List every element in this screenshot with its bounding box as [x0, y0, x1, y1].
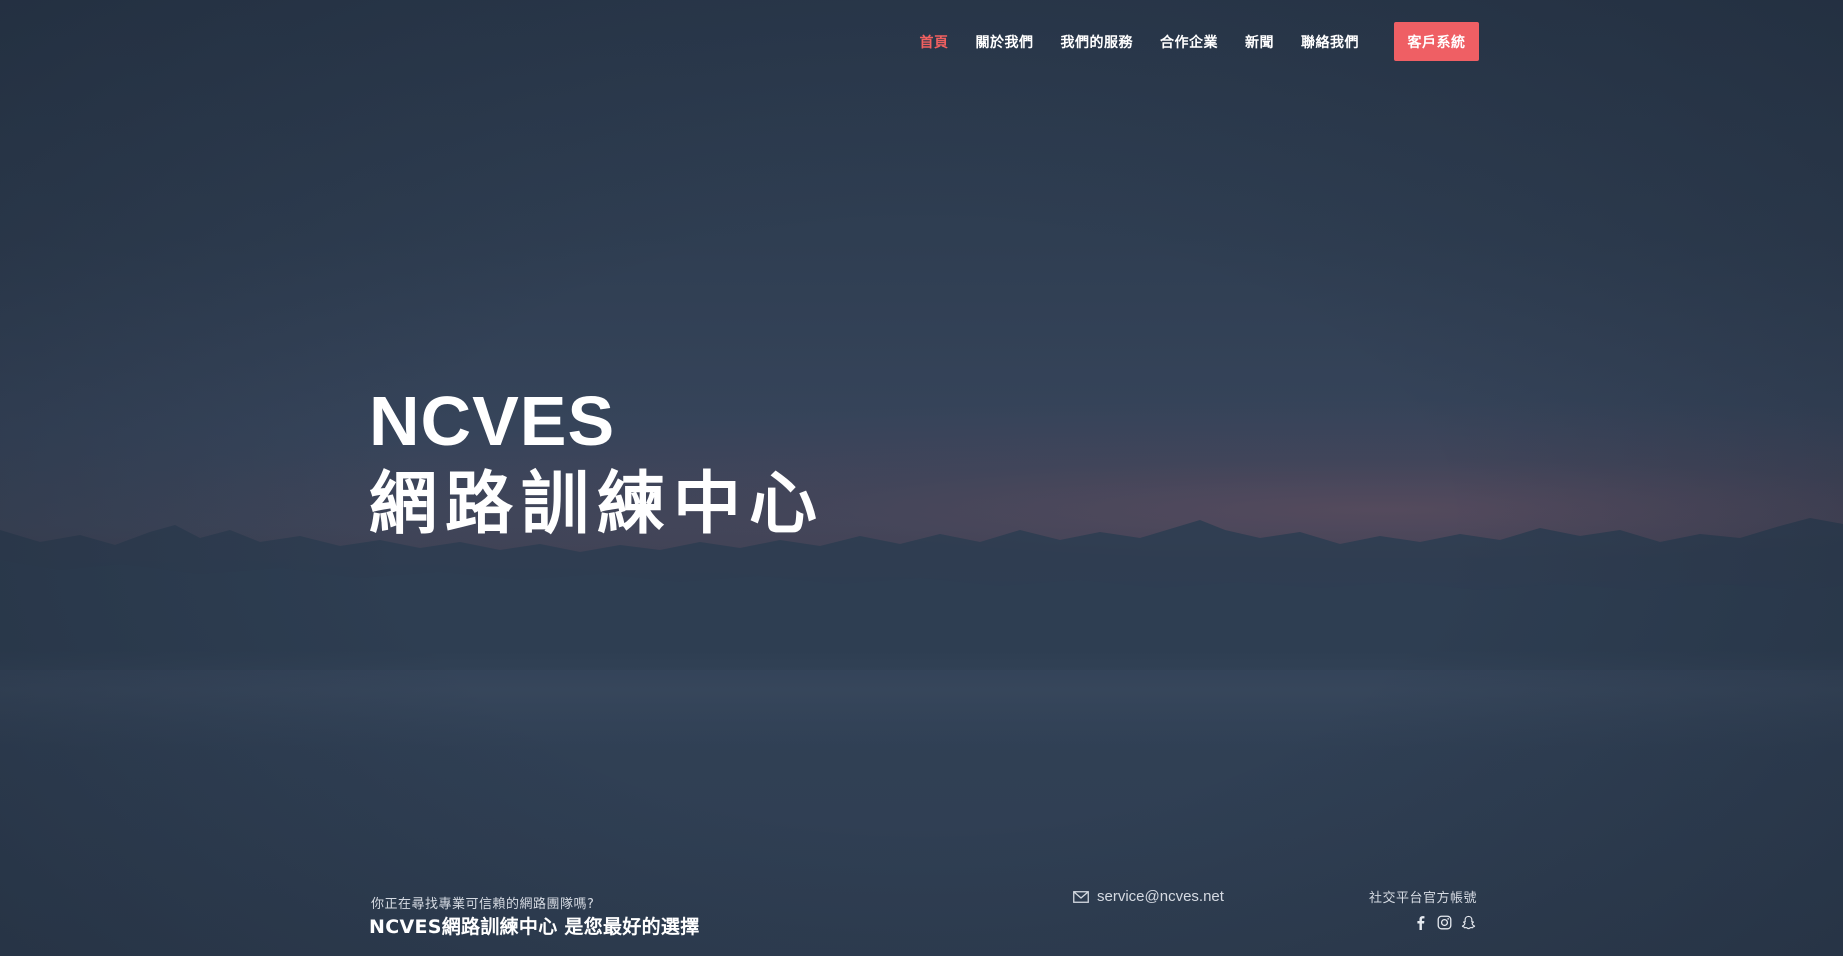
- main-navigation: 首頁 關於我們 我們的服務 合作企業 新聞 聯絡我們 客戶系統: [0, 22, 1843, 62]
- snapchat-icon[interactable]: [1460, 914, 1476, 930]
- email-link[interactable]: service@ncves.net: [1073, 888, 1224, 905]
- nav-item-contact[interactable]: 聯絡我們: [1301, 32, 1359, 52]
- client-system-button[interactable]: 客戶系統: [1394, 22, 1479, 61]
- hero-title-brand: NCVES: [369, 382, 616, 460]
- nav-item-about[interactable]: 關於我們: [976, 32, 1034, 52]
- instagram-icon[interactable]: [1436, 914, 1452, 930]
- envelope-icon: [1073, 890, 1089, 903]
- nav-item-services[interactable]: 我們的服務: [1061, 32, 1134, 52]
- nav-item-home[interactable]: 首頁: [920, 32, 949, 52]
- vignette: [0, 0, 1843, 956]
- email-address: service@ncves.net: [1097, 888, 1224, 905]
- footer-tagline: 你正在尋找專業可信賴的網路團隊嗎?: [371, 897, 595, 912]
- hero-title: NCVES 網路訓練中心: [369, 380, 825, 548]
- nav-item-news[interactable]: 新聞: [1245, 32, 1274, 52]
- nav-item-partners[interactable]: 合作企業: [1160, 32, 1218, 52]
- hero-title-subtitle: 網路訓練中心: [369, 465, 826, 544]
- social-icons: [1412, 914, 1476, 930]
- hero-background: [0, 0, 1843, 956]
- social-label: 社交平台官方帳號: [1368, 891, 1477, 906]
- nav-menu: 首頁 關於我們 我們的服務 合作企業 新聞 聯絡我們: [920, 22, 1360, 62]
- facebook-icon[interactable]: [1412, 914, 1428, 930]
- footer-headline: NCVES網路訓練中心 是您最好的選擇: [369, 916, 700, 938]
